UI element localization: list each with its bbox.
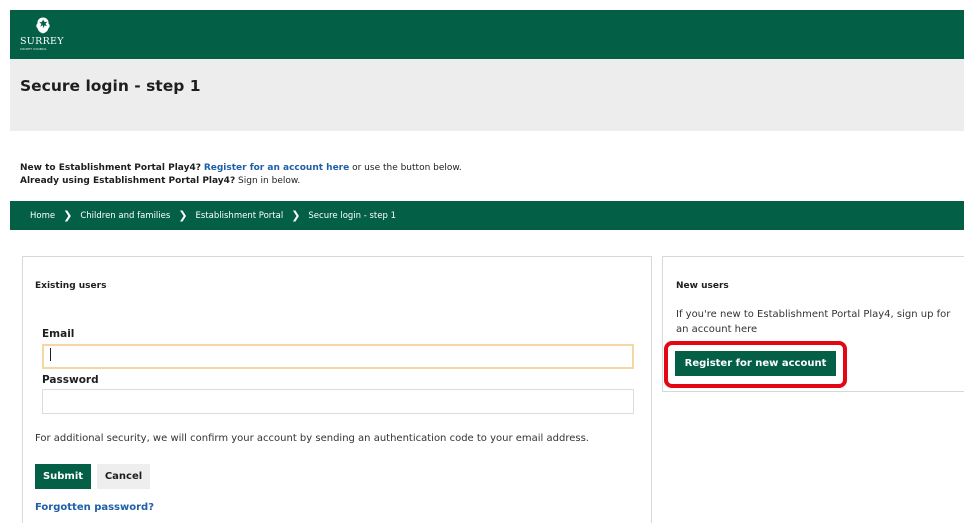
intro-existing-prefix: Already using Establishment Portal Play4… xyxy=(20,175,236,186)
text-caret xyxy=(50,348,51,361)
email-label: Email xyxy=(42,328,75,340)
security-note: For additional security, we will confirm… xyxy=(35,433,589,444)
new-users-description: If you're new to Establishment Portal Pl… xyxy=(676,309,951,335)
breadcrumb: Home ❯ Children and families ❯ Establish… xyxy=(10,201,964,230)
chevron-right-icon: ❯ xyxy=(291,209,301,222)
page-title: Secure login - step 1 xyxy=(20,77,201,95)
intro-text: New to Establishment Portal Play4? Regis… xyxy=(20,162,462,187)
email-field-wrapper xyxy=(42,344,634,369)
logo-subtext: COUNTY COUNCIL xyxy=(20,47,47,51)
logo-wordmark: SURREY xyxy=(20,36,64,47)
site-header: SURREY COUNTY COUNCIL xyxy=(10,10,964,59)
intro-new-prefix: New to Establishment Portal Play4? xyxy=(20,163,201,173)
chevron-right-icon: ❯ xyxy=(178,209,188,222)
cancel-button[interactable]: Cancel xyxy=(97,464,150,489)
email-field[interactable] xyxy=(42,344,634,369)
breadcrumb-home[interactable]: Home xyxy=(30,211,55,221)
highlight-annotation xyxy=(664,341,847,388)
surrey-crest-icon xyxy=(36,17,50,34)
breadcrumb-children-and-families[interactable]: Children and families xyxy=(80,211,170,221)
breadcrumb-current: Secure login - step 1 xyxy=(308,210,397,221)
breadcrumb-establishment-portal[interactable]: Establishment Portal xyxy=(196,211,284,221)
surrey-logo[interactable]: SURREY COUNTY COUNCIL xyxy=(20,16,80,56)
existing-users-heading: Existing users xyxy=(35,281,107,291)
register-account-link[interactable]: Register for an account here xyxy=(204,163,349,173)
password-field[interactable] xyxy=(42,389,634,414)
password-label: Password xyxy=(42,374,99,386)
intro-line-existing: Already using Establishment Portal Play4… xyxy=(20,175,462,188)
existing-users-panel: Existing users Email Password For additi… xyxy=(22,256,652,523)
intro-new-suffix: or use the button below. xyxy=(352,163,462,173)
intro-existing-suffix: Sign in below. xyxy=(238,175,301,186)
title-band: Secure login - step 1 xyxy=(10,59,964,131)
chevron-right-icon: ❯ xyxy=(63,209,73,222)
intro-line-new: New to Establishment Portal Play4? Regis… xyxy=(20,162,462,175)
new-users-heading: New users xyxy=(676,281,729,291)
submit-button[interactable]: Submit xyxy=(35,464,91,489)
forgotten-password-link[interactable]: Forgotten password? xyxy=(35,502,154,513)
